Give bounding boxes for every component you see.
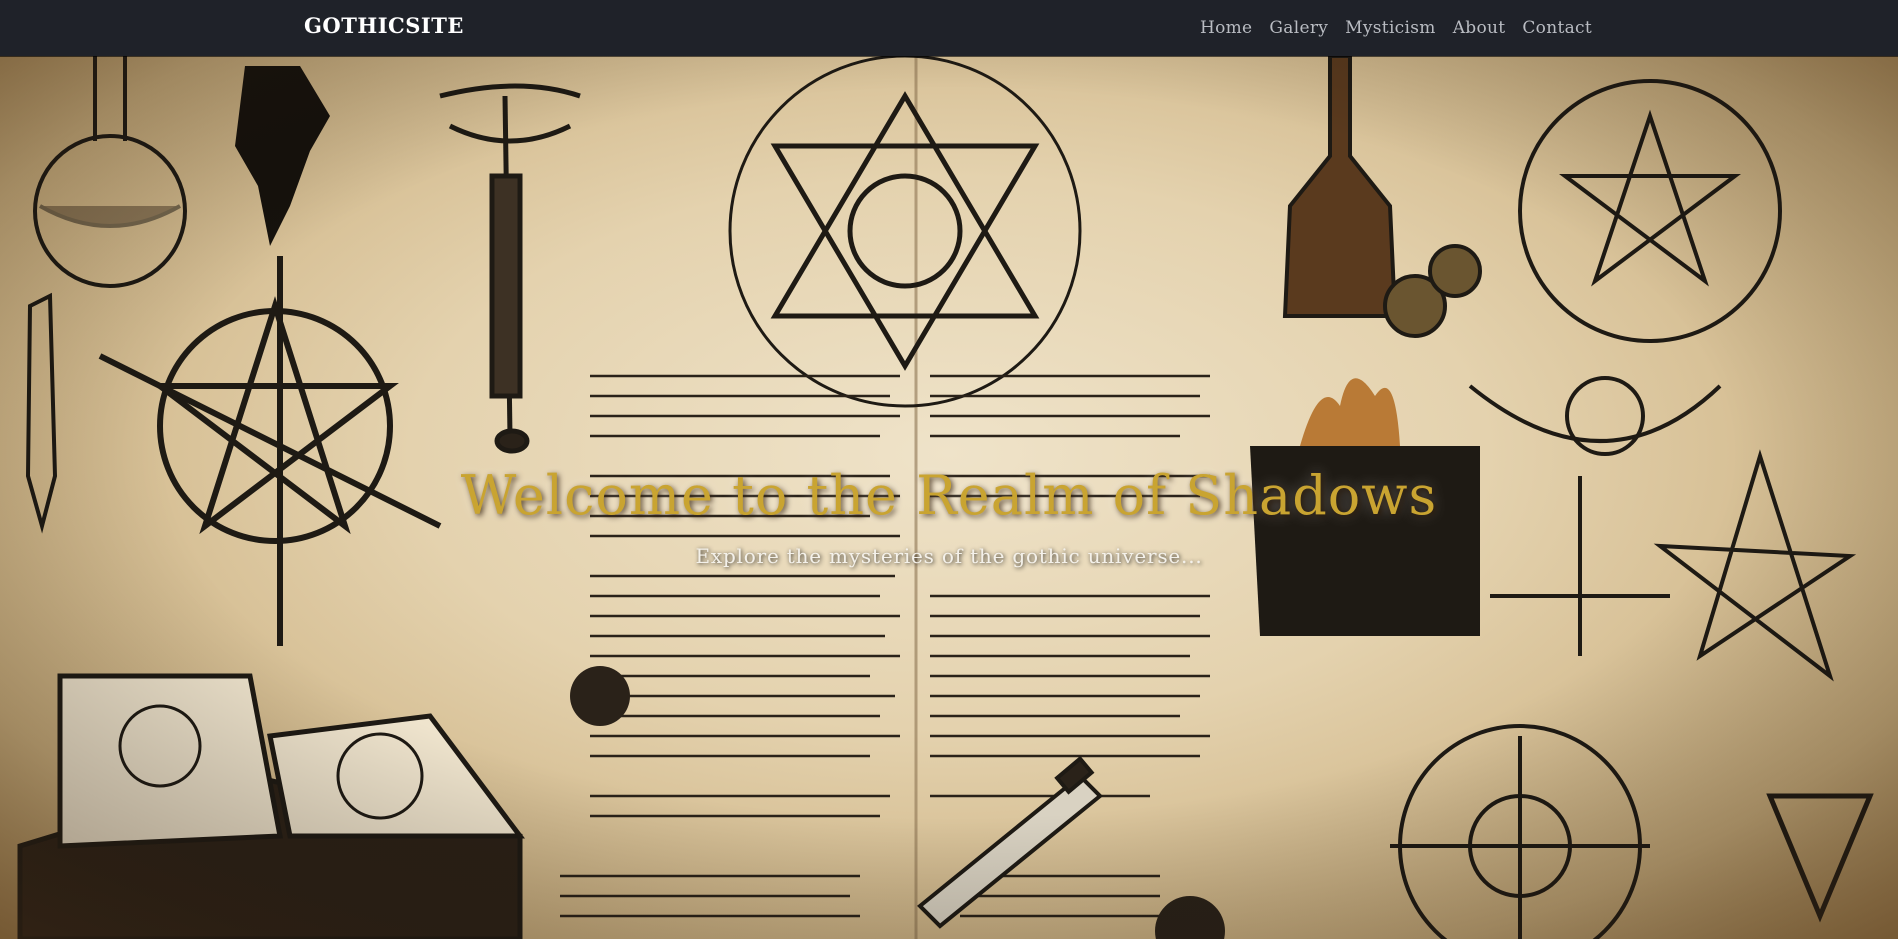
navbar: GOTHICSITE Home Galery Mysticism About C… xyxy=(0,0,1898,56)
nav-item-home: Home xyxy=(1200,18,1252,38)
hero-section: Welcome to the Realm of Shadows Explore … xyxy=(0,56,1898,939)
nav-item-contact: Contact xyxy=(1522,18,1592,38)
hero-title: Welcome to the Realm of Shadows xyxy=(460,464,1438,527)
brand-logo-link[interactable]: GOTHICSITE xyxy=(304,13,464,38)
nav-link-mysticism[interactable]: Mysticism xyxy=(1345,18,1436,38)
nav-item-galery: Galery xyxy=(1269,18,1328,38)
nav-link-home[interactable]: Home xyxy=(1200,18,1252,38)
hero-subtitle: Explore the mysteries of the gothic univ… xyxy=(695,544,1203,568)
nav-menu: Home Galery Mysticism About Contact xyxy=(1200,0,1592,56)
nav-link-galery[interactable]: Galery xyxy=(1269,18,1328,38)
nav-link-contact[interactable]: Contact xyxy=(1522,18,1592,38)
nav-item-about: About xyxy=(1453,18,1506,38)
nav-item-mysticism: Mysticism xyxy=(1345,18,1436,38)
nav-link-about[interactable]: About xyxy=(1453,18,1506,38)
